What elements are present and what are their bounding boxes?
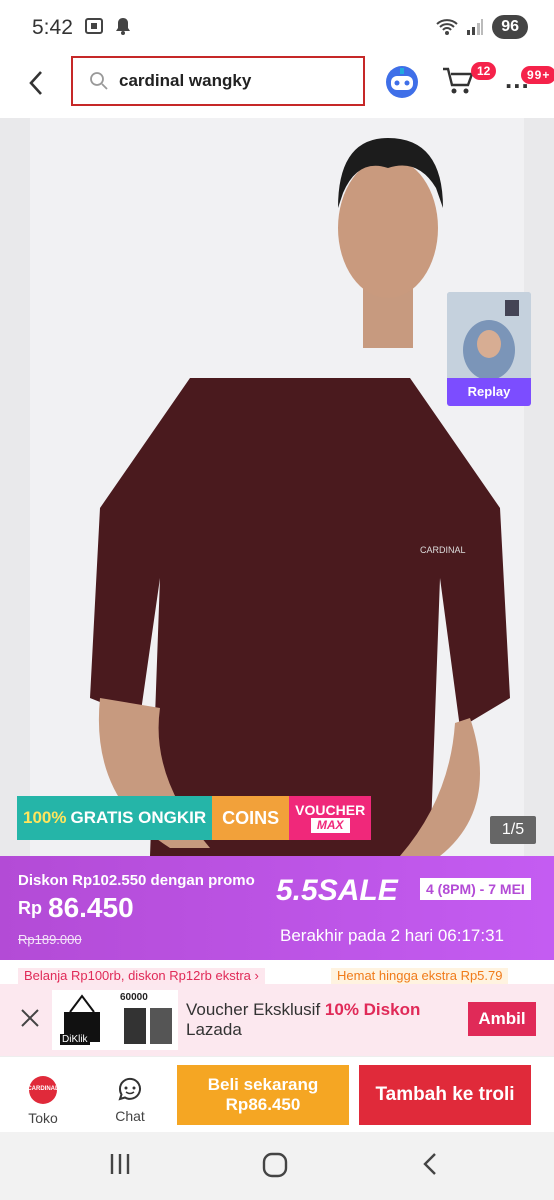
wifi-icon: [436, 19, 458, 35]
search-query: cardinal wangky: [119, 71, 252, 90]
voucher-product-thumbnail: DiKlik 60000: [52, 990, 178, 1050]
top-header: cardinal wangky 12 ... 99+: [0, 56, 554, 118]
bottom-action-bar: CARDINAL Toko Chat Beli sekarang Rp86.45…: [0, 1056, 554, 1133]
chat-icon: [118, 1077, 141, 1101]
signal-icon: [467, 19, 484, 35]
more-count-badge: 99+: [521, 66, 554, 84]
voucher-text-highlight: 10% Diskon: [324, 1000, 421, 1019]
buy-now-button[interactable]: Beli sekarang Rp86.450: [177, 1065, 349, 1125]
thumb-number: 60000: [120, 992, 148, 1003]
screenshot-icon: [85, 18, 103, 34]
price-value: 86.450: [48, 892, 134, 923]
close-icon[interactable]: [20, 1008, 40, 1028]
model-head-image: [338, 138, 443, 348]
chat-button[interactable]: Chat: [110, 1075, 150, 1124]
voucher-row: Belanja Rp100rb, diskon Rp12rb ekstra › …: [0, 960, 554, 984]
voucher-max-badge: VOUCHER MAX: [289, 796, 372, 840]
voucher-text-suffix: Lazada: [186, 1020, 242, 1039]
back-nav-icon[interactable]: [420, 1152, 440, 1176]
product-tshirt-image: CARDINAL: [90, 378, 510, 856]
claim-voucher-button[interactable]: Ambil: [468, 1002, 536, 1036]
notification-bell-icon: [116, 18, 130, 35]
system-navigation-bar: [0, 1132, 554, 1200]
product-image-carousel[interactable]: CARDINAL Replay 1/5: [0, 118, 554, 856]
add-to-cart-button[interactable]: Tambah ke troli: [359, 1065, 531, 1125]
voucher-text-prefix: Voucher Eksklusif: [186, 1000, 325, 1019]
buy-now-price: Rp86.450: [225, 1095, 301, 1114]
search-input[interactable]: cardinal wangky: [71, 56, 365, 106]
status-icons: [84, 16, 132, 36]
cart-icon: [443, 67, 474, 94]
cart-count-badge: 12: [471, 62, 497, 80]
free-ship-text: GRATIS ONGKIR: [70, 808, 207, 827]
coins-badge: COINS: [212, 796, 290, 840]
replay-label: Replay: [447, 378, 531, 406]
search-icon: [90, 72, 108, 90]
chatbot-robot-icon[interactable]: [384, 64, 420, 100]
original-price: Rp189.000: [18, 932, 82, 947]
cart-button[interactable]: 12: [441, 62, 497, 101]
discount-text: Diskon Rp102.550 dengan promo: [18, 872, 255, 889]
free-ship-pct: 100%: [23, 808, 67, 827]
battery-indicator: 96: [492, 15, 528, 39]
store-label: Toko: [28, 1110, 58, 1126]
voucher-text: Voucher Eksklusif 10% Diskon Lazada: [186, 1000, 420, 1040]
voucher-text: VOUCHER: [295, 802, 366, 818]
recent-apps-icon[interactable]: [108, 1152, 132, 1176]
image-counter: 1/5: [490, 816, 536, 844]
powerbank-product-image: [124, 1008, 172, 1044]
promo-badge-strip: 100% GRATIS ONGKIR COINS VOUCHER MAX: [17, 796, 372, 840]
campaign-title: 5.5SALE: [276, 874, 398, 907]
voucher-max-text: MAX: [310, 818, 350, 833]
store-button[interactable]: CARDINAL Toko: [22, 1075, 64, 1126]
price-currency: Rp: [18, 898, 42, 918]
thumb-brand: DiKlik: [60, 1034, 90, 1045]
shirt-logo-text: CARDINAL: [420, 545, 466, 555]
status-bar: 5:42 96: [0, 0, 554, 56]
free-shipping-badge: 100% GRATIS ONGKIR: [17, 796, 213, 840]
exclusive-voucher-bar: DiKlik 60000 Voucher Eksklusif 10% Disko…: [0, 984, 554, 1056]
voucher-chip-2[interactable]: Hemat hingga ekstra Rp5.79: [331, 968, 509, 984]
chat-label: Chat: [115, 1108, 145, 1124]
live-replay-thumbnail[interactable]: Replay: [447, 292, 531, 406]
more-menu-button[interactable]: ... 99+: [505, 64, 554, 95]
live-host-avatar: [447, 292, 531, 382]
status-time: 5:42: [32, 16, 73, 39]
campaign-dates: 4 (8PM) - 7 MEI: [420, 878, 531, 900]
voucher-chip-1[interactable]: Belanja Rp100rb, diskon Rp12rb ekstra ›: [18, 968, 265, 984]
home-icon[interactable]: [262, 1152, 288, 1178]
store-logo-text: CARDINAL: [27, 1086, 59, 1092]
flash-sale-banner: Diskon Rp102.550 dengan promo Rp 86.450 …: [0, 856, 554, 960]
countdown-text: Berakhir pada 2 hari 06:17:31: [280, 926, 504, 945]
buy-now-label: Beli sekarang: [207, 1075, 319, 1094]
back-arrow-icon[interactable]: [22, 68, 52, 98]
